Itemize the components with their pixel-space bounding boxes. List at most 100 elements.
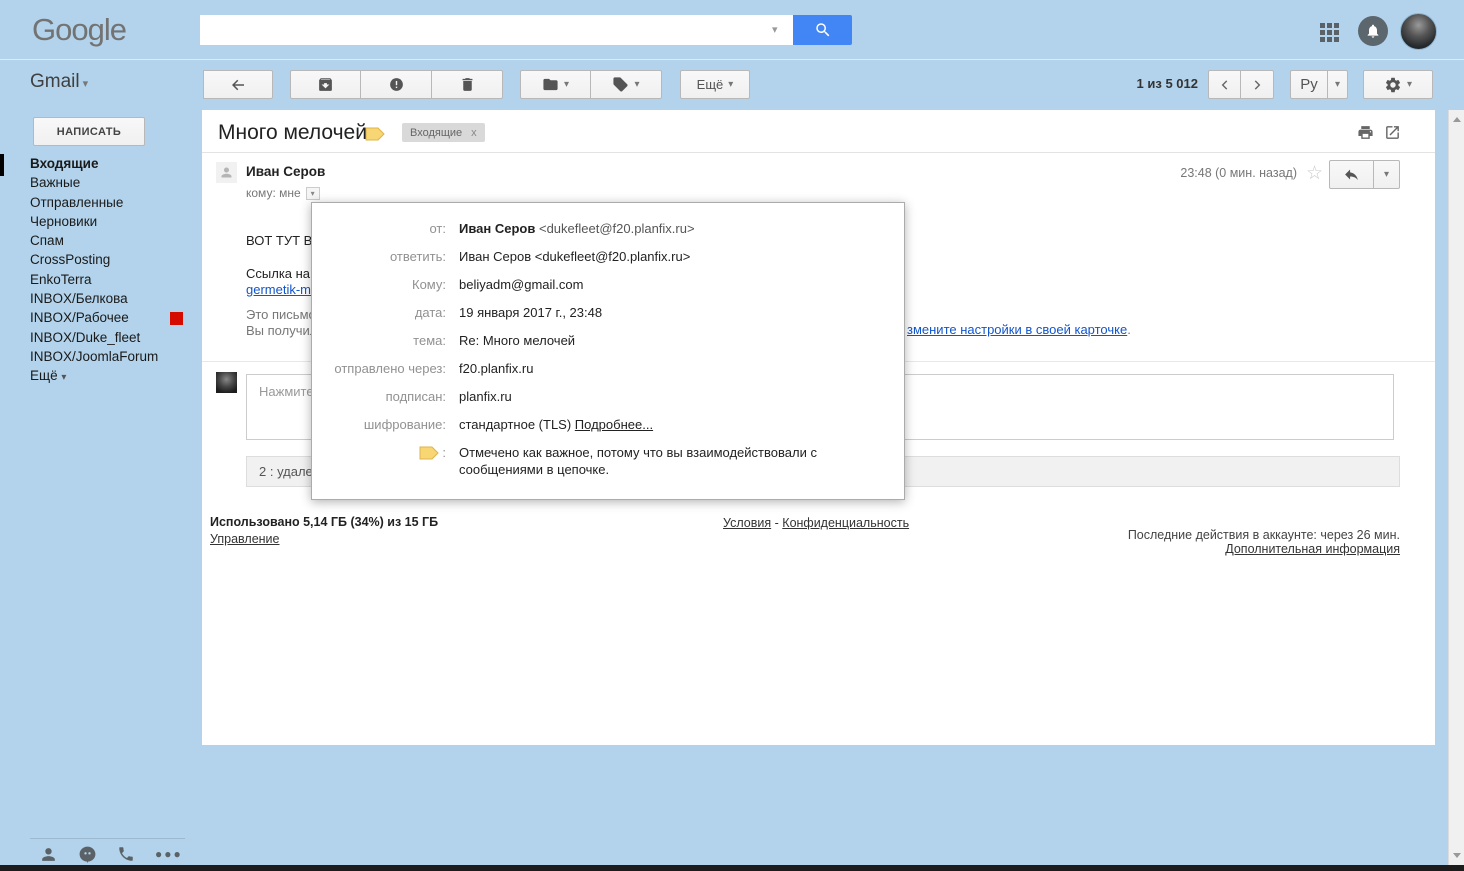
search-input[interactable]: [200, 15, 793, 45]
delete-button[interactable]: [432, 70, 503, 99]
chevron-down-icon: ▾: [82, 78, 89, 90]
user-avatar-small: [216, 372, 237, 393]
folder-icon: [543, 78, 558, 91]
compose-button[interactable]: НАПИСАТЬ: [33, 117, 145, 146]
encryption-details-link[interactable]: Подробнее...: [575, 417, 653, 432]
sidebar-item-inbox-duke-fleet[interactable]: INBOX/Duke_fleet: [30, 328, 195, 347]
detail-row-importance: : Отмечено как важное, потому что вы вза…: [312, 444, 904, 478]
terms-link[interactable]: Условия: [723, 516, 771, 530]
label-chip-inbox[interactable]: Входящие x: [402, 123, 485, 142]
archive-button[interactable]: [290, 70, 361, 99]
body-link-fragment[interactable]: germetik-mark: [246, 282, 311, 297]
email-timestamp: 23:48 (0 мин. назад): [1180, 166, 1297, 180]
scroll-up-arrow-icon[interactable]: [1453, 117, 1461, 122]
contacts-person-icon[interactable]: [38, 844, 58, 864]
input-language-caret-button[interactable]: ▾: [1328, 70, 1348, 99]
privacy-link[interactable]: Конфиденциальность: [782, 516, 909, 530]
sidebar-item-crossposting[interactable]: CrossPosting: [30, 250, 195, 269]
terms-privacy: Условия - Конфиденциальность: [723, 516, 910, 530]
chevron-left-icon: [1221, 79, 1227, 90]
message-counter: 1 из 5 012: [1136, 76, 1198, 91]
sender-name: Иван Серов: [246, 164, 326, 179]
more-reply-options-button[interactable]: ▾: [1374, 160, 1400, 189]
notifications-bell-icon[interactable]: [1358, 16, 1388, 46]
archive-icon: [319, 78, 332, 91]
move-to-button[interactable]: ▾: [520, 70, 591, 99]
subject-divider: [202, 152, 1435, 153]
more-options-ellipsis-icon[interactable]: ●●●: [155, 847, 183, 861]
hangouts-bar: ●●●: [38, 844, 188, 864]
manage-storage-link[interactable]: Управление: [210, 532, 280, 546]
newer-button[interactable]: [1208, 70, 1241, 99]
card-settings-link[interactable]: змените настройки в своей карточке: [907, 322, 1127, 337]
message-details-popup: от: Иван Серов <dukefleet@f20.planfix.ru…: [311, 202, 905, 500]
from-address: <dukefleet@f20.planfix.ru>: [538, 221, 695, 236]
input-language-button[interactable]: Ру: [1290, 70, 1328, 99]
sidebar-item-inbox-joomlaforum[interactable]: INBOX/JoomlaForum: [30, 347, 195, 366]
detail-row-to: Кому: beliyadm@gmail.com: [412, 277, 584, 292]
body-text-fragment: ВОТ ТУТ ВСЕ: [246, 233, 311, 248]
chevron-down-icon: ▾: [1406, 79, 1413, 90]
settings-button[interactable]: ▾: [1363, 70, 1433, 99]
show-details-caret-icon[interactable]: ▾: [305, 187, 320, 201]
older-button[interactable]: [1241, 70, 1274, 99]
labels-button[interactable]: ▾: [591, 70, 662, 99]
spam-icon: [389, 78, 403, 91]
detail-row-from: от: Иван Серов <dukefleet@f20.planfix.ru…: [429, 221, 695, 236]
scroll-down-arrow-icon[interactable]: [1453, 853, 1461, 858]
importance-marker-icon[interactable]: [365, 127, 385, 141]
apps-grid-icon[interactable]: [1320, 23, 1339, 42]
sidebar-item-inbox[interactable]: Входящие: [30, 154, 195, 173]
selected-folder-indicator: [0, 154, 4, 176]
gmail-menu[interactable]: Gmail ▾: [30, 71, 88, 93]
body-text-fragment: Ссылка на де: [246, 266, 311, 281]
body-text-fragment: Вы получили: [246, 323, 311, 338]
sidebar-item-more[interactable]: Ещё ▾: [30, 366, 195, 385]
sidebar-item-inbox-belkova[interactable]: INBOX/Белкова: [30, 289, 195, 308]
activity-details-link[interactable]: Дополнительная информация: [1225, 542, 1400, 556]
sidebar-footer-divider: [30, 838, 185, 839]
sidebar-item-spam[interactable]: Спам: [30, 231, 195, 250]
vertical-scrollbar[interactable]: [1448, 110, 1464, 865]
report-spam-button[interactable]: [361, 70, 432, 99]
bottom-edge-bar: [0, 865, 1464, 871]
detail-row-reply-to: ответить: Иван Серов <dukefleet@f20.plan…: [389, 249, 691, 264]
remove-label-icon[interactable]: x: [471, 127, 477, 139]
gmail-app: Google ▾ Gmail ▾ ▾ ▾ Ещё ▾ 1 из 5 012 Ру…: [0, 0, 1464, 871]
sidebar-item-important[interactable]: Важные: [30, 173, 195, 192]
open-in-new-window-icon[interactable]: [1384, 124, 1401, 146]
trash-icon: [462, 78, 472, 91]
email-subject: Много мелочей: [218, 121, 367, 144]
search-options-caret-icon[interactable]: ▾: [772, 23, 778, 36]
star-icon[interactable]: ☆: [1306, 162, 1323, 185]
detail-row-signed-by: подписан: planfix.ru: [385, 389, 512, 404]
sender-avatar: [216, 162, 237, 183]
detail-row-date: дата: 19 января 2017 г., 23:48: [414, 305, 603, 320]
detail-row-mailed-by: отправлено через: f20.planfix.ru: [334, 361, 534, 376]
reply-arrow-icon: [1345, 169, 1358, 181]
back-to-inbox-button[interactable]: [203, 70, 273, 99]
account-avatar[interactable]: [1400, 13, 1437, 50]
phone-icon[interactable]: [116, 844, 136, 864]
chevron-right-icon: [1254, 79, 1261, 90]
sidebar-item-drafts[interactable]: Черновики: [30, 212, 195, 231]
chevron-down-icon: ▾: [728, 79, 734, 90]
recipient-line: кому: мне ▾: [246, 186, 320, 201]
sidebar-item-enkoterra[interactable]: EnkoTerra: [30, 270, 195, 289]
hangouts-chat-icon[interactable]: [77, 844, 97, 864]
search-icon: [815, 23, 829, 37]
chevron-down-icon: ▾: [61, 372, 67, 384]
search-button[interactable]: [793, 15, 852, 45]
detail-row-subject: тема: Re: Много мелочей: [413, 333, 576, 348]
reply-button[interactable]: [1329, 160, 1374, 189]
body-settings-link: змените настройки в своей карточке.: [907, 322, 1131, 337]
last-account-activity: Последние действия в аккаунте: через 26 …: [1127, 528, 1400, 542]
print-icon[interactable]: [1357, 124, 1374, 146]
more-actions-button[interactable]: Ещё ▾: [680, 70, 750, 99]
sidebar-item-sent[interactable]: Отправленные: [30, 193, 195, 212]
back-arrow-icon: [232, 79, 244, 90]
sidebar-item-inbox-rabochee[interactable]: INBOX/Рабочее: [30, 308, 195, 327]
unread-red-badge: [170, 312, 183, 326]
chevron-down-icon: ▾: [1334, 79, 1341, 90]
reply-placeholder: Нажмите: [259, 384, 311, 399]
